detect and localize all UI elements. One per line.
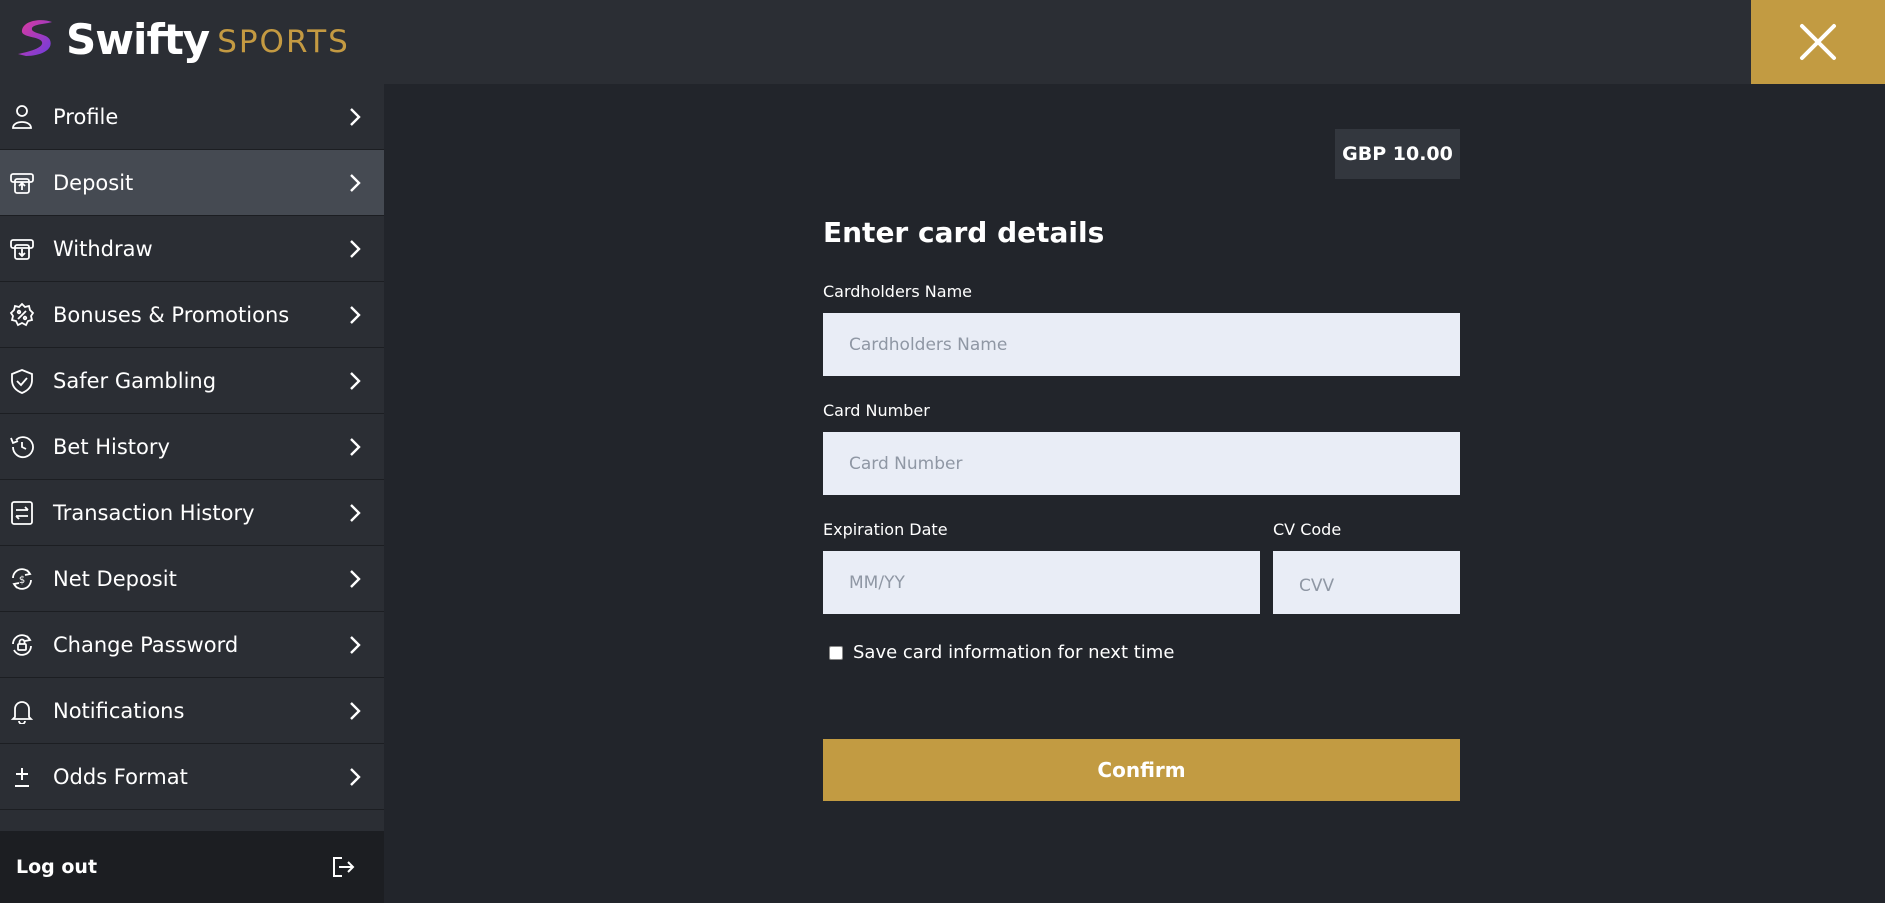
account-sidebar: Profile Deposit Withdraw Bonuses & Promo… — [0, 84, 384, 903]
sidebar-item-odds-format[interactable]: Odds Format — [0, 744, 384, 810]
sidebar-item-net-deposit[interactable]: $ Net Deposit — [0, 546, 384, 612]
sidebar-item-label: Transaction History — [53, 500, 255, 525]
sidebar-item-bonuses-promotions[interactable]: Bonuses & Promotions — [0, 282, 384, 348]
chevron-right-icon — [350, 767, 361, 786]
logout-button[interactable]: Log out — [0, 831, 384, 903]
confirm-button[interactable]: Confirm — [823, 739, 1460, 801]
sidebar-item-label: Safer Gambling — [53, 368, 217, 393]
close-icon — [1800, 24, 1836, 60]
sidebar-item-label: Net Deposit — [53, 566, 177, 591]
sidebar-item-label: Bonuses & Promotions — [53, 302, 290, 327]
brand-name-secondary: SPORTS — [217, 24, 350, 60]
sidebar-item-label: Change Password — [53, 632, 239, 657]
sidebar-item-profile[interactable]: Profile — [0, 84, 384, 150]
chevron-right-icon — [350, 437, 361, 456]
sidebar-item-label: Odds Format — [53, 764, 188, 789]
swifty-logo-icon — [18, 20, 52, 56]
cardholder-name-input[interactable] — [823, 313, 1460, 376]
expiration-date-label: Expiration Date — [823, 520, 948, 539]
net-deposit-icon: $ — [9, 566, 35, 592]
save-card-checkbox[interactable] — [829, 645, 843, 660]
chevron-right-icon — [350, 305, 361, 324]
sidebar-item-label: Profile — [53, 104, 119, 129]
sidebar-item-label: Withdraw — [53, 236, 153, 261]
sidebar-item-safer-gambling[interactable]: Safer Gambling — [0, 348, 384, 414]
chevron-right-icon — [350, 371, 361, 390]
deposit-icon — [9, 170, 35, 196]
user-icon — [9, 104, 35, 130]
svg-text:$: $ — [19, 575, 25, 586]
expiration-date-input[interactable] — [823, 551, 1260, 614]
deposit-amount-badge: GBP 10.00 — [1335, 129, 1460, 179]
logout-icon — [333, 857, 355, 877]
history-icon — [9, 434, 35, 460]
sidebar-item-label: Notifications — [53, 698, 185, 723]
sidebar-item-label: Bet History — [53, 434, 170, 459]
card-number-input[interactable] — [823, 432, 1460, 495]
chevron-right-icon — [350, 701, 361, 720]
brand-name-primary: Swifty — [66, 14, 210, 64]
cardholder-name-label: Cardholders Name — [823, 282, 973, 301]
sidebar-item-bet-history[interactable]: Bet History — [0, 414, 384, 480]
withdraw-icon — [9, 236, 35, 262]
brand-logo[interactable]: Swifty SPORTS — [14, 14, 350, 64]
cv-code-label: CV Code — [1273, 520, 1342, 539]
chevron-right-icon — [350, 107, 361, 126]
sidebar-item-label: Deposit — [53, 170, 134, 195]
sidebar-item-deposit[interactable]: Deposit — [0, 150, 384, 216]
lock-refresh-icon — [9, 632, 35, 658]
page-title: Enter card details — [823, 216, 1105, 249]
chevron-right-icon — [350, 503, 361, 522]
shield-check-icon — [9, 368, 35, 394]
chevron-right-icon — [350, 635, 361, 654]
card-number-label: Card Number — [823, 401, 930, 420]
save-card-label: Save card information for next time — [853, 642, 1175, 663]
promotion-badge-icon — [9, 302, 35, 328]
chevron-right-icon — [350, 239, 361, 258]
sidebar-item-transaction-history[interactable]: Transaction History — [0, 480, 384, 546]
plus-minus-icon — [9, 764, 35, 790]
sidebar-item-change-password[interactable]: Change Password — [0, 612, 384, 678]
save-card-row[interactable]: Save card information for next time — [829, 642, 1174, 663]
close-button[interactable] — [1751, 0, 1885, 84]
top-bar: Swifty SPORTS — [0, 0, 1885, 84]
cvv-input[interactable] — [1273, 551, 1460, 614]
bell-icon — [9, 698, 35, 724]
chevron-right-icon — [350, 173, 361, 192]
sidebar-item-withdraw[interactable]: Withdraw — [0, 216, 384, 282]
logout-label: Log out — [16, 856, 98, 878]
transaction-icon — [9, 500, 35, 526]
chevron-right-icon — [350, 569, 361, 588]
sidebar-item-notifications[interactable]: Notifications — [0, 678, 384, 744]
